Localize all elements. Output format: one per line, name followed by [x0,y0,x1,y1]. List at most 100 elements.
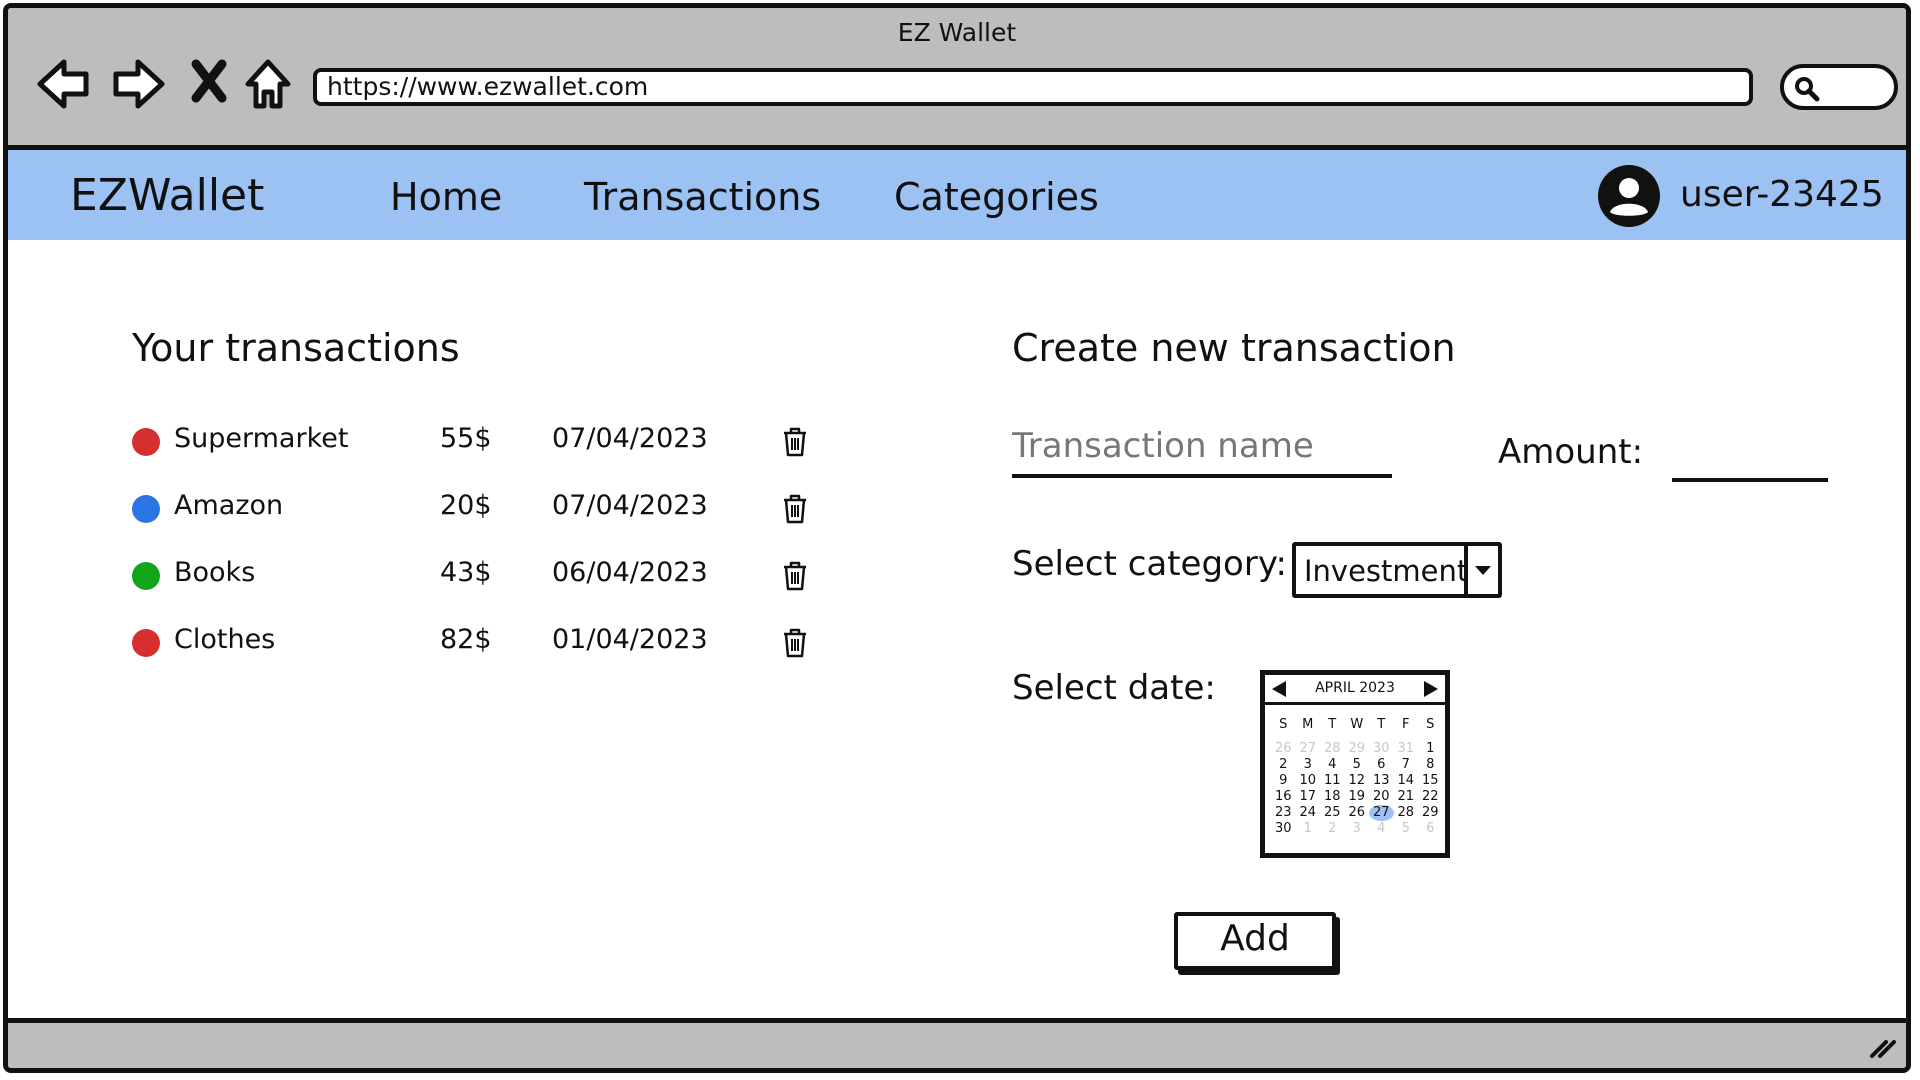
home-icon[interactable] [240,54,300,114]
calendar-day[interactable]: 15 [1418,773,1443,789]
trash-icon[interactable] [780,627,810,659]
next-month-icon[interactable] [1423,680,1439,702]
category-select[interactable]: Investment [1292,542,1502,598]
trash-icon[interactable] [780,426,810,458]
calendar-day[interactable]: 11 [1320,773,1345,789]
app-logo[interactable]: EZWallet [70,170,264,221]
calendar-day[interactable]: 28 [1394,805,1419,821]
status-bar [8,1018,1906,1068]
resize-grip-icon[interactable] [1868,1032,1898,1062]
search-icon [1795,77,1820,102]
calendar-day[interactable]: 3 [1296,757,1321,773]
calendar-day[interactable]: 1 [1296,821,1321,837]
date-label: Select date: [1012,668,1216,708]
calendar-grid: S M T W T F S 26 27 28 29 30 31 1 2 3 4 5 6 7 8 9 10 11 12 13 14 15… [1271,715,1443,837]
calendar-day[interactable]: 9 [1271,773,1296,789]
nav-categories[interactable]: Categories [894,175,1099,219]
calendar-day[interactable]: 30 [1369,741,1394,757]
calendar-day[interactable]: 26 [1271,741,1296,757]
transaction-amount: 82$ [440,624,492,655]
calendar-month: APRIL 2023 [1315,680,1395,696]
forward-icon[interactable] [108,54,168,114]
calendar-day[interactable]: 21 [1394,789,1419,805]
category-select-value: Investment [1304,554,1469,588]
calendar-day[interactable]: 8 [1418,757,1443,773]
calendar-day[interactable]: 19 [1345,789,1370,805]
calendar-day[interactable]: 6 [1418,821,1443,837]
calendar-day[interactable]: 27 [1296,741,1321,757]
transaction-date: 07/04/2023 [552,490,708,521]
calendar-day[interactable]: 5 [1394,821,1419,837]
calendar-day[interactable]: 31 [1394,741,1419,757]
calendar-day[interactable]: 20 [1369,789,1394,805]
calendar-day[interactable]: 29 [1418,805,1443,821]
calendar-day[interactable]: 13 [1369,773,1394,789]
calendar-day[interactable]: 3 [1345,821,1370,837]
date-picker[interactable]: APRIL 2023 S M T W T F S 26 27 28 29 30 31 1 2 3 4 5 6 7 8 9 1… [1260,670,1450,858]
calendar-weekday-row: SMTWTFS [1271,715,1443,734]
calendar-day[interactable]: 30 [1271,821,1296,837]
transaction-amount: 55$ [440,423,492,454]
calendar-week-row: 26 27 28 29 30 31 1 [1271,741,1443,757]
amount-label: Amount: [1498,432,1644,472]
add-button[interactable]: Add [1174,912,1336,970]
calendar-week-row: 30 1 2 3 4 5 6 [1271,821,1443,837]
calendar-weekday: S [1426,717,1435,732]
calendar-weekday: S [1279,717,1288,732]
calendar-weekday: W [1350,717,1364,732]
username[interactable]: user-23425 [1680,174,1884,215]
calendar-day[interactable]: 25 [1320,805,1345,821]
stop-icon[interactable] [186,54,246,114]
calendar-day[interactable]: 10 [1296,773,1321,789]
category-color-dot [132,495,160,523]
calendar-day[interactable]: 16 [1271,789,1296,805]
nav-home[interactable]: Home [390,175,502,219]
transaction-date: 06/04/2023 [552,557,708,588]
calendar-weekday: F [1402,717,1410,732]
back-icon[interactable] [34,54,94,114]
trash-icon[interactable] [780,493,810,525]
calendar-day[interactable]: 2 [1271,757,1296,773]
category-label: Select category: [1012,544,1287,584]
calendar-day[interactable]: 27 [1369,805,1394,821]
calendar-day[interactable]: 17 [1296,789,1321,805]
calendar-day[interactable]: 12 [1345,773,1370,789]
calendar-day[interactable]: 7 [1394,757,1419,773]
transaction-name: Supermarket [174,423,349,454]
calendar-week-row: 9 10 11 12 13 14 15 [1271,773,1443,789]
calendar-day[interactable]: 6 [1369,757,1394,773]
category-color-dot [132,629,160,657]
browser-search-box[interactable] [1780,64,1898,110]
calendar-weekday: M [1302,717,1314,732]
calendar-day[interactable]: 22 [1418,789,1443,805]
calendar-day[interactable]: 1 [1418,741,1443,757]
amount-input[interactable] [1672,428,1828,482]
transaction-name: Books [174,557,256,588]
transaction-name-input[interactable] [1012,418,1392,478]
calendar-day[interactable]: 29 [1345,741,1370,757]
calendar-day[interactable]: 24 [1296,805,1321,821]
user-avatar-icon[interactable] [1598,165,1660,227]
chevron-down-icon[interactable] [1464,546,1498,594]
nav-transactions[interactable]: Transactions [584,175,821,219]
browser-chrome: EZ Wallet https://www.ezwallet.com [8,8,1906,150]
transaction-date: 07/04/2023 [552,423,708,454]
window-title: EZ Wallet [897,18,1017,47]
calendar-day[interactable]: 14 [1394,773,1419,789]
calendar-day[interactable]: 4 [1369,821,1394,837]
address-bar[interactable]: https://www.ezwallet.com [313,68,1753,106]
calendar-day[interactable]: 23 [1271,805,1296,821]
category-color-dot [132,562,160,590]
calendar-day[interactable]: 2 [1320,821,1345,837]
calendar-day[interactable]: 4 [1320,757,1345,773]
calendar-day[interactable]: 26 [1345,805,1370,821]
calendar-day[interactable]: 5 [1345,757,1370,773]
calendar-day[interactable]: 28 [1320,741,1345,757]
calendar-week-row: 23 24 25 26 27 28 29 [1271,805,1443,821]
transaction-row: Books 43$ 06/04/2023 [132,557,832,597]
transaction-name: Clothes [174,624,276,655]
transaction-name: Amazon [174,490,284,521]
trash-icon[interactable] [780,560,810,592]
transaction-row: Supermarket 55$ 07/04/2023 [132,423,832,463]
calendar-day[interactable]: 18 [1320,789,1345,805]
